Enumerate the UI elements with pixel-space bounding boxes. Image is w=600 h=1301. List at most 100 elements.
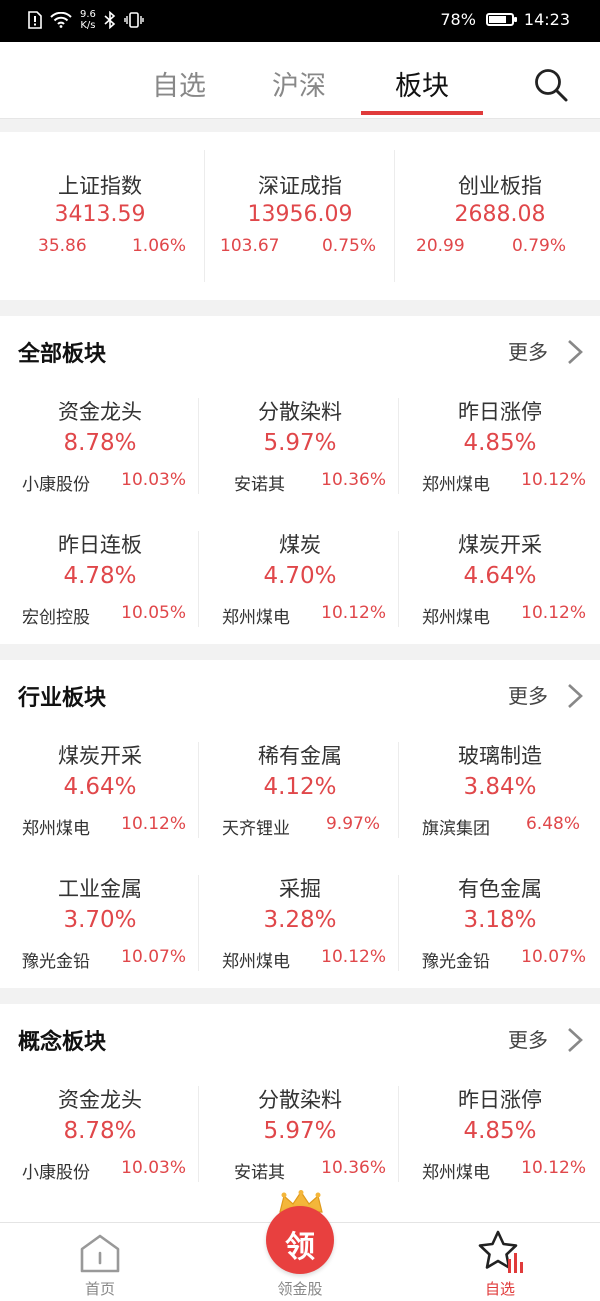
lead-stock-pct: 10.03% <box>121 470 186 490</box>
sector-pct: 8.78% <box>63 430 137 456</box>
tab-sectors[interactable]: 板块 <box>395 64 449 103</box>
search-icon[interactable] <box>532 66 570 104</box>
sector-name: 煤炭开采 <box>58 744 142 768</box>
chevron-right-icon[interactable] <box>566 682 584 710</box>
sector-cell[interactable]: 资金龙头 8.78% 小康股份 10.03% <box>0 1084 200 1214</box>
sector-name: 有色金属 <box>458 877 542 901</box>
wifi-icon <box>50 12 72 28</box>
divider <box>394 150 395 282</box>
lead-stock: 郑州煤电 <box>22 819 90 839</box>
nav-home[interactable]: 首页 <box>0 1223 200 1301</box>
more-link[interactable]: 更多 <box>508 680 548 709</box>
status-bar: 9.6 K/s 78% 14:23 <box>0 0 600 42</box>
sector-pct: 3.28% <box>263 907 337 933</box>
sector-name: 资金龙头 <box>58 1088 142 1112</box>
index-pct: 1.06% <box>131 236 186 256</box>
lead-stock-pct: 10.36% <box>321 470 386 490</box>
sector-cell[interactable]: 工业金属 3.70% 豫光金铅 10.07% <box>0 873 200 1003</box>
more-link[interactable]: 更多 <box>508 1024 548 1053</box>
top-tab-bar: 自选 沪深 板块 <box>0 42 600 119</box>
index-shenzhen[interactable]: 深证成指 13956.09 103.67 0.75% <box>200 132 400 300</box>
lead-stock: 旗滨集团 <box>422 819 490 839</box>
sector-name: 工业金属 <box>58 877 142 901</box>
sector-pct: 4.70% <box>263 563 337 589</box>
lead-stock: 天齐锂业 <box>222 819 290 839</box>
divider <box>198 398 199 494</box>
index-shanghai[interactable]: 上证指数 3413.59 35.86 1.06% <box>0 132 200 300</box>
sector-cell[interactable]: 有色金属 3.18% 豫光金铅 10.07% <box>400 873 600 1003</box>
lead-stock: 郑州煤电 <box>222 608 290 628</box>
sector-cell[interactable]: 煤炭 4.70% 郑州煤电 10.12% <box>200 529 400 659</box>
sector-cell[interactable]: 昨日连板 4.78% 宏创控股 10.05% <box>0 529 200 659</box>
tab-shanghai-shenzhen[interactable]: 沪深 <box>272 64 326 103</box>
lead-stock-pct: 6.48% <box>525 814 580 834</box>
sector-pct: 4.78% <box>63 563 137 589</box>
sector-cell[interactable]: 昨日涨停 4.85% 郑州煤电 10.12% <box>400 1084 600 1214</box>
sector-cell[interactable]: 玻璃制造 3.84% 旗滨集团 6.48% <box>400 740 600 870</box>
lead-stock-pct: 9.97% <box>325 814 380 834</box>
section-title: 行业板块 <box>18 686 107 711</box>
divider <box>398 398 399 494</box>
section-title: 概念板块 <box>18 1030 107 1055</box>
sector-pct: 3.18% <box>463 907 537 933</box>
sector-cell[interactable]: 煤炭开采 4.64% 郑州煤电 10.12% <box>400 529 600 659</box>
sector-name: 昨日涨停 <box>458 1088 542 1112</box>
more-link[interactable]: 更多 <box>508 336 548 365</box>
section-industry-sectors: 行业板块 更多 煤炭开采 4.64% 郑州煤电 10.12% 稀有金属 4.12… <box>0 660 600 988</box>
sector-pct: 4.12% <box>263 774 337 800</box>
sector-cell[interactable]: 昨日涨停 4.85% 郑州煤电 10.12% <box>400 396 600 526</box>
lead-stock-pct: 10.12% <box>521 1158 586 1178</box>
active-tab-indicator <box>361 111 483 115</box>
lead-stock-pct: 10.05% <box>121 603 186 623</box>
index-change: 103.67 <box>220 236 280 256</box>
battery-level-fill <box>488 16 507 23</box>
nav-home-label: 首页 <box>84 1280 115 1298</box>
chevron-right-icon[interactable] <box>566 338 584 366</box>
sector-cell[interactable]: 分散染料 5.97% 安诺其 10.36% <box>200 396 400 526</box>
lead-stock: 小康股份 <box>22 1163 90 1183</box>
lead-stock-pct: 10.12% <box>321 603 386 623</box>
sector-pct: 3.70% <box>63 907 137 933</box>
index-name: 深证成指 <box>258 174 342 198</box>
sector-name: 昨日连板 <box>58 533 142 557</box>
lead-stock: 豫光金铅 <box>422 952 490 972</box>
divider <box>398 1086 399 1182</box>
sector-cell[interactable]: 稀有金属 4.12% 天齐锂业 9.97% <box>200 740 400 870</box>
status-icons-left: 9.6 K/s <box>28 9 144 31</box>
sector-cell[interactable]: 资金龙头 8.78% 小康股份 10.03% <box>0 396 200 526</box>
lead-stock: 宏创控股 <box>22 608 90 628</box>
sector-cell[interactable]: 采掘 3.28% 郑州煤电 10.12% <box>200 873 400 1003</box>
battery-percent: 78% <box>440 10 476 29</box>
index-chinext[interactable]: 创业板指 2688.08 20.99 0.79% <box>400 132 600 300</box>
sector-pct: 4.64% <box>63 774 137 800</box>
sector-name: 昨日涨停 <box>458 400 542 424</box>
sector-name: 资金龙头 <box>58 400 142 424</box>
divider <box>398 531 399 627</box>
network-speed-unit: K/s <box>80 20 96 31</box>
sector-name: 玻璃制造 <box>458 744 542 768</box>
lead-stock-pct: 10.12% <box>121 814 186 834</box>
sector-pct: 4.85% <box>463 1118 537 1144</box>
lead-stock: 小康股份 <box>22 475 90 495</box>
lead-stock-pct: 10.12% <box>321 947 386 967</box>
chevron-right-icon[interactable] <box>566 1026 584 1054</box>
lead-stock: 安诺其 <box>234 475 285 495</box>
lead-stock-pct: 10.07% <box>121 947 186 967</box>
home-icon <box>80 1234 120 1273</box>
network-speed-value: 9.6 <box>80 9 96 20</box>
sector-name: 稀有金属 <box>258 744 342 768</box>
lead-stock-pct: 10.12% <box>521 470 586 490</box>
market-index-card: 上证指数 3413.59 35.86 1.06% 深证成指 13956.09 1… <box>0 132 600 300</box>
tab-favorites[interactable]: 自选 <box>152 64 206 103</box>
sector-name: 分散染料 <box>258 1088 342 1112</box>
gold-stock-badge-text: 领 <box>285 1230 315 1265</box>
lead-stock: 豫光金铅 <box>22 952 90 972</box>
sim-alert-icon <box>28 11 42 29</box>
index-pct: 0.79% <box>511 236 566 256</box>
index-change: 20.99 <box>416 236 465 256</box>
sector-cell[interactable]: 煤炭开采 4.64% 郑州煤电 10.12% <box>0 740 200 870</box>
sector-name: 采掘 <box>279 877 321 901</box>
nav-gold-label: 领金股 <box>277 1280 323 1298</box>
nav-favorites[interactable]: 自选 <box>400 1223 600 1301</box>
gold-stock-button[interactable]: 领 <box>266 1206 334 1274</box>
